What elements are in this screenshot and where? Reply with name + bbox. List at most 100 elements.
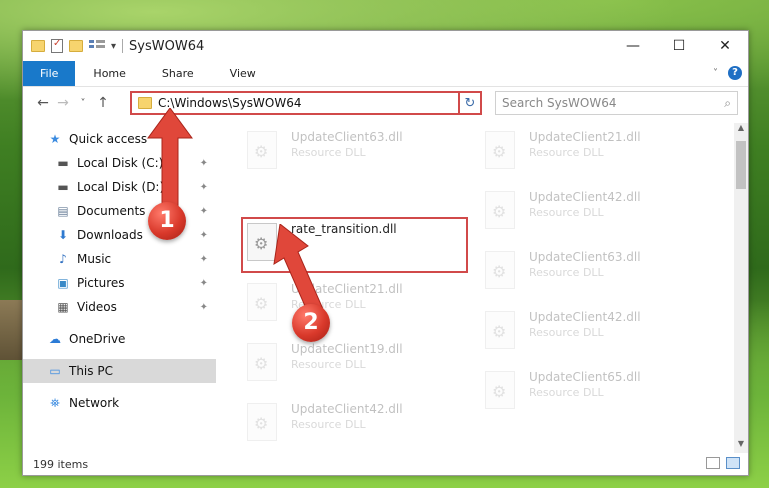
list-item[interactable]: UpdateClient65.dll Resource DLL	[485, 369, 705, 417]
properties-check-icon[interactable]	[51, 38, 63, 53]
dll-file-icon	[485, 251, 515, 289]
sidebar-item-label: Quick access	[69, 132, 148, 146]
step-2-badge: 2	[292, 304, 330, 342]
downloads-icon: ⬇	[57, 228, 69, 242]
list-item[interactable]: UpdateClient63.dll Resource DLL	[485, 249, 705, 297]
vertical-scrollbar[interactable]: ▲ ▼	[734, 123, 748, 453]
step-1-badge: 1	[148, 202, 186, 240]
desktop-hut	[0, 300, 22, 360]
sidebar-item-onedrive[interactable]: ☁ OneDrive	[23, 327, 216, 351]
dll-file-icon	[485, 131, 515, 169]
search-input[interactable]: Search SysWOW64 ⌕	[495, 91, 738, 115]
list-item[interactable]: UpdateClient42.dll Resource DLL	[485, 309, 705, 357]
dll-file-icon	[247, 131, 277, 169]
sidebar-item-label: Downloads	[77, 228, 143, 242]
refresh-button[interactable]: ↻	[458, 91, 482, 115]
file-name: UpdateClient19.dll	[291, 342, 403, 356]
ribbon-right: ˅ ?	[713, 66, 742, 80]
sidebar-item-this-pc[interactable]: ▭ This PC	[23, 359, 216, 383]
file-type: Resource DLL	[529, 266, 604, 279]
window-title: SysWOW64	[129, 38, 205, 54]
address-path[interactable]: C:\Windows\SysWOW64	[158, 96, 464, 110]
status-bar: 199 items	[23, 453, 748, 475]
pin-icon[interactable]: ✦	[200, 158, 208, 169]
file-name: UpdateClient65.dll	[529, 370, 641, 384]
file-type: Resource DLL	[291, 418, 366, 431]
videos-icon: ▦	[57, 300, 69, 314]
title-bar: ▾ SysWOW64 — ☐ ✕	[23, 31, 748, 61]
sidebar-item-label: Music	[77, 252, 112, 266]
pin-icon[interactable]: ✦	[200, 302, 208, 313]
sidebar-item-music[interactable]: ♪ Music ✦	[23, 247, 216, 271]
help-icon[interactable]: ?	[728, 66, 742, 80]
file-type: Resource DLL	[291, 146, 366, 159]
explorer-window: ▾ SysWOW64 — ☐ ✕ File Home Share View ˅ …	[22, 30, 749, 476]
forward-arrow-icon[interactable]: →	[53, 95, 73, 111]
documents-icon: ▤	[57, 204, 69, 218]
search-icon[interactable]: ⌕	[724, 96, 731, 111]
drive-icon: ▬	[57, 180, 69, 194]
onedrive-icon: ☁	[49, 332, 61, 346]
list-item[interactable]: UpdateClient42.dll Resource DLL	[247, 401, 467, 449]
tab-view[interactable]: View	[212, 61, 274, 86]
details-view-icon[interactable]	[706, 457, 720, 469]
file-name: UpdateClient63.dll	[529, 250, 641, 264]
star-icon: ★	[49, 132, 61, 146]
back-arrow-icon[interactable]: ←	[33, 95, 53, 111]
file-type: Resource DLL	[529, 206, 604, 219]
file-type: Resource DLL	[529, 146, 604, 159]
file-name: UpdateClient63.dll	[291, 130, 403, 144]
sidebar-item-label: Documents	[77, 204, 146, 218]
file-name: UpdateClient42.dll	[529, 190, 641, 204]
view-options-icon[interactable]	[89, 40, 105, 52]
music-icon: ♪	[59, 252, 67, 266]
sidebar-item-pictures[interactable]: ▣ Pictures ✦	[23, 271, 216, 295]
network-icon: ⛯	[50, 395, 60, 410]
quick-access-toolbar: ▾	[23, 38, 116, 53]
customize-toolbar-icon[interactable]: ▾	[111, 41, 116, 52]
view-buttons	[706, 457, 740, 469]
tab-file[interactable]: File	[23, 61, 76, 86]
scroll-up-icon[interactable]: ▲	[734, 123, 748, 137]
list-item[interactable]: UpdateClient42.dll Resource DLL	[485, 189, 705, 237]
scroll-down-icon[interactable]: ▼	[734, 439, 748, 453]
dll-file-icon	[247, 403, 277, 441]
folder-icon	[31, 40, 45, 52]
sidebar-item-label: Videos	[77, 300, 117, 314]
pin-icon[interactable]: ✦	[200, 230, 208, 241]
dll-file-icon	[485, 311, 515, 349]
expand-ribbon-icon[interactable]: ˅	[713, 68, 718, 79]
pin-icon[interactable]: ✦	[200, 206, 208, 217]
file-name: UpdateClient42.dll	[291, 402, 403, 416]
ribbon-tabs: File Home Share View ˅ ?	[23, 61, 748, 87]
tab-share[interactable]: Share	[144, 61, 212, 86]
scroll-thumb[interactable]	[736, 141, 746, 189]
sidebar-item-label: Network	[69, 396, 120, 410]
pin-icon[interactable]: ✦	[200, 278, 208, 289]
pin-icon[interactable]: ✦	[200, 254, 208, 265]
minimize-button[interactable]: —	[610, 31, 656, 61]
close-button[interactable]: ✕	[702, 31, 748, 61]
item-count: 199 items	[33, 457, 89, 471]
sidebar-item-label: Pictures	[77, 276, 125, 290]
tab-home[interactable]: Home	[75, 61, 143, 86]
new-folder-icon[interactable]	[69, 40, 83, 52]
pin-icon[interactable]: ✦	[200, 182, 208, 193]
large-icons-view-icon[interactable]	[726, 457, 740, 469]
recent-locations-icon[interactable]: ˅	[73, 98, 93, 109]
sidebar-item-videos[interactable]: ▦ Videos ✦	[23, 295, 216, 319]
sidebar-item-network[interactable]: ⛯ Network	[23, 391, 216, 415]
pictures-icon: ▣	[57, 276, 69, 290]
dll-file-icon	[485, 371, 515, 409]
file-type: Resource DLL	[529, 386, 604, 399]
list-item[interactable]: UpdateClient63.dll Resource DLL	[247, 129, 467, 177]
navigation-bar: ← → ˅ ↑ C:\Windows\SysWOW64 ˅ ↻ Search S…	[23, 87, 748, 119]
dll-file-icon	[247, 343, 277, 381]
computer-icon: ▭	[49, 364, 61, 378]
sidebar-item-label: OneDrive	[69, 332, 126, 346]
maximize-button[interactable]: ☐	[656, 31, 702, 61]
list-item[interactable]: UpdateClient21.dll Resource DLL	[485, 129, 705, 177]
up-arrow-icon[interactable]: ↑	[93, 95, 113, 111]
list-item[interactable]: UpdateClient19.dll Resource DLL	[247, 341, 467, 389]
file-name: UpdateClient42.dll	[529, 310, 641, 324]
